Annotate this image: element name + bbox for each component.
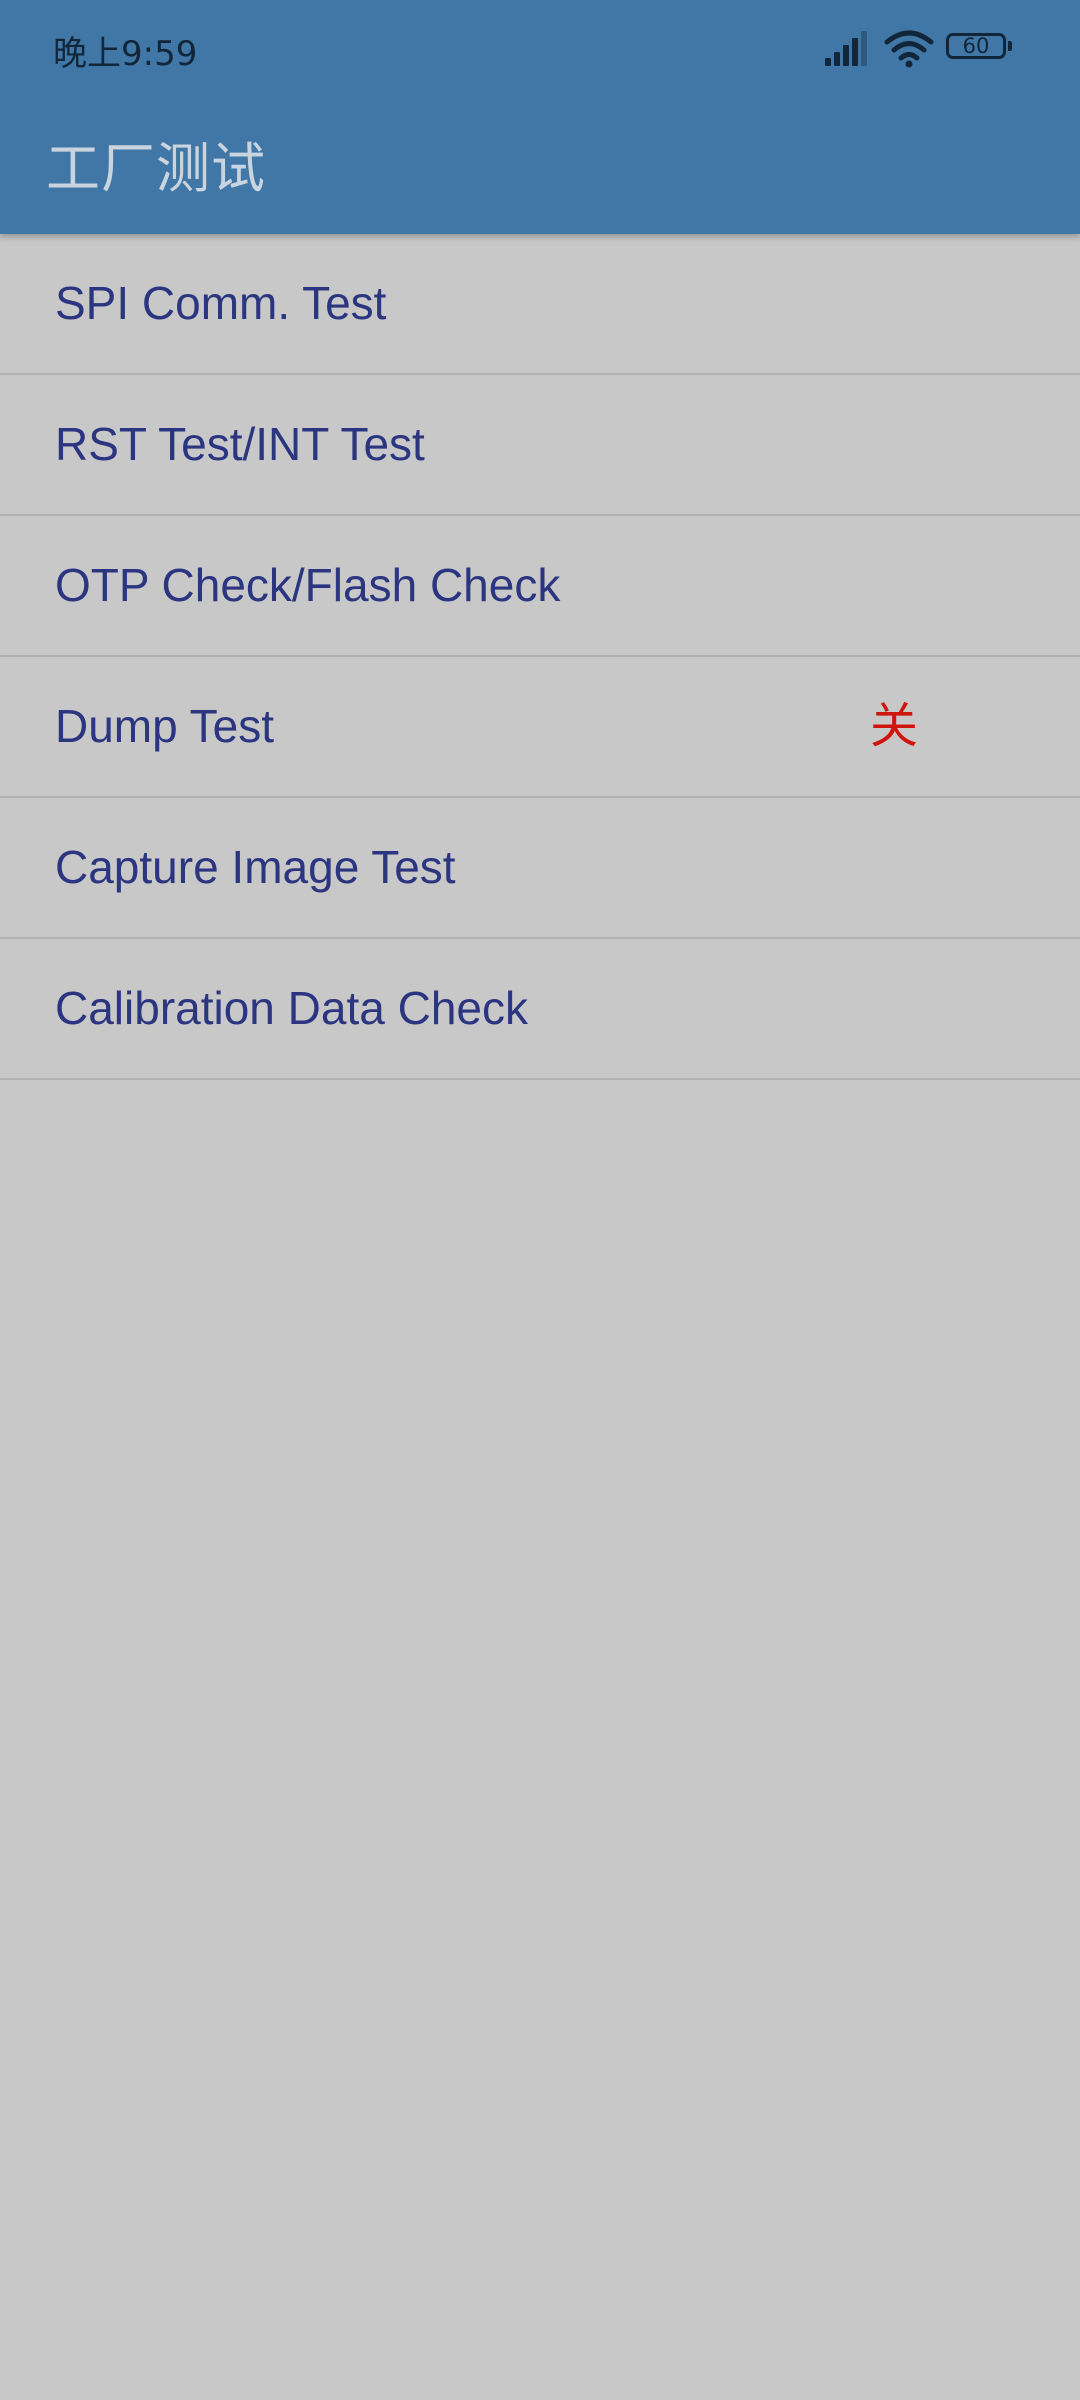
signal-icon (825, 31, 867, 66)
page-title: 工厂测试 (46, 137, 266, 200)
test-item-rst-int[interactable]: RST Test/INT Test (0, 375, 1080, 516)
test-status-badge: 关 (870, 698, 919, 754)
test-item-label: Calibration Data Check (55, 982, 529, 1034)
status-time: 晚上9:59 (53, 34, 198, 74)
test-item-label: RST Test/INT Test (55, 418, 425, 470)
battery-tip (1008, 41, 1012, 51)
test-list: SPI Comm. Test RST Test/INT Test OTP Che… (0, 234, 1080, 1080)
battery-icon: 60 (946, 33, 1016, 65)
test-item-dump[interactable]: Dump Test 关 (0, 657, 1080, 798)
test-item-spi-comm[interactable]: SPI Comm. Test (0, 234, 1080, 375)
test-item-label: SPI Comm. Test (55, 277, 387, 329)
battery-level: 60 (946, 33, 1006, 59)
test-item-label: Capture Image Test (55, 841, 456, 893)
test-item-calibration[interactable]: Calibration Data Check (0, 939, 1080, 1080)
app-header: 晚上9:59 60 工厂测试 (0, 0, 1080, 234)
status-bar: 晚上9:59 60 (0, 0, 1080, 98)
test-item-label: Dump Test (55, 700, 275, 752)
wifi-icon (884, 30, 934, 68)
test-item-otp-flash[interactable]: OTP Check/Flash Check (0, 516, 1080, 657)
test-item-label: OTP Check/Flash Check (55, 559, 561, 611)
test-item-capture-image[interactable]: Capture Image Test (0, 798, 1080, 939)
